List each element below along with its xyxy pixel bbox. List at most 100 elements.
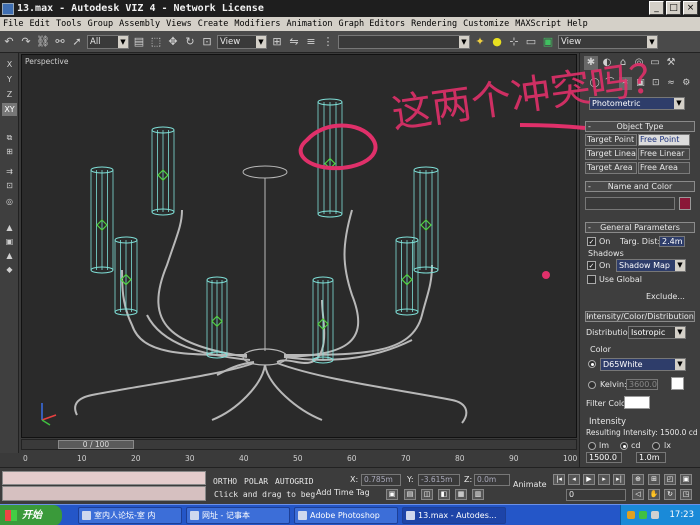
filter-color-swatch[interactable] (624, 396, 650, 409)
name-and-color-rollout[interactable]: - Name and Color (585, 181, 695, 192)
align-icon[interactable]: ≡ (304, 35, 318, 49)
close-icon[interactable]: × (683, 1, 698, 15)
menu-help[interactable]: Help (564, 19, 590, 29)
snap-icon[interactable]: ✦ (473, 35, 487, 49)
kelvin-field[interactable]: 3600.0 (626, 379, 658, 390)
light-icon[interactable]: ● (490, 35, 504, 49)
menu-views[interactable]: Views (163, 19, 195, 29)
modify-tab-icon[interactable]: ◐ (600, 56, 614, 70)
array-icon[interactable]: ⋮ (321, 35, 335, 49)
kelvin-radio[interactable] (588, 381, 596, 389)
track-bar[interactable]: 0 10 20 30 40 50 60 70 80 90 100 (21, 451, 577, 467)
go-to-end-icon[interactable]: ▸| (613, 474, 625, 485)
current-frame-field[interactable]: 0 (566, 489, 626, 501)
zoom-extents-all-icon[interactable]: ▣ (680, 474, 692, 485)
pivot-icon[interactable]: ⊞ (270, 35, 284, 49)
sphere-icon[interactable]: ◎ (2, 195, 17, 208)
helpers-icon[interactable]: ⊡ (649, 77, 662, 90)
lock-selection-icon[interactable]: ▣ (386, 489, 398, 500)
distribution-dropdown[interactable]: Isotropic ▼ (628, 326, 686, 339)
kelvin-color-swatch[interactable] (671, 377, 684, 390)
color-preset-dropdown[interactable]: D65White ▼ (600, 358, 686, 371)
unit-lx-radio[interactable] (652, 442, 660, 450)
object-name-field[interactable] (585, 197, 675, 210)
zoom-all-icon[interactable]: ⊞ (648, 474, 660, 485)
intensity-color-distribution-rollout[interactable]: - Intensity/Color/Distribution (585, 311, 695, 322)
render-icon[interactable]: ▣ (541, 35, 555, 49)
axis-xy-button[interactable]: XY (2, 103, 17, 116)
ortho-toggle[interactable]: ORTHO (213, 477, 237, 486)
menu-graph-editors[interactable]: Graph Editors (336, 19, 409, 29)
object-color-swatch[interactable] (679, 197, 691, 210)
zoom-icon[interactable]: ⊕ (632, 474, 644, 485)
tray-icon-3[interactable] (651, 511, 659, 519)
arc-rotate-icon[interactable]: ↻ (664, 489, 676, 500)
taskbar-item-notepad[interactable]: 网址 - 记事本 (186, 507, 290, 524)
target-distance-field[interactable]: 2.4m (659, 236, 685, 247)
menu-modifiers[interactable]: Modifiers (231, 19, 283, 29)
maxscript-result-field[interactable] (2, 486, 206, 501)
add-time-tag-button[interactable]: Add Time Tag (316, 488, 370, 497)
next-frame-icon[interactable]: ▸ (598, 474, 610, 485)
geometry-icon[interactable]: ◯ (588, 77, 601, 90)
polar-toggle[interactable]: POLAR (244, 477, 268, 486)
axis-z-button[interactable]: Z (2, 88, 17, 101)
previous-frame-icon[interactable]: ◂ (568, 474, 580, 485)
region-select-icon[interactable]: ⬚ (149, 35, 163, 49)
array-grid-icon[interactable]: ⊞ (2, 145, 17, 158)
layer-icon[interactable]: ⧉ (2, 131, 17, 144)
maximize-viewport-icon[interactable]: ◳ (680, 489, 692, 500)
zoom-extents-icon[interactable]: ◰ (664, 474, 676, 485)
scale-icon[interactable]: ⊡ (200, 35, 214, 49)
intensity-value-field[interactable]: 1500.0 (586, 452, 622, 463)
play-icon[interactable]: ▶ (583, 474, 595, 485)
selection-filter-dropdown[interactable]: All ▼ (87, 34, 129, 49)
minimize-icon[interactable]: _ (649, 1, 664, 15)
view-dropdown[interactable]: View ▼ (558, 34, 658, 49)
axis-x-button[interactable]: X (2, 58, 17, 71)
exclude-button[interactable]: Exclude... (646, 292, 685, 301)
shadows-on-checkbox[interactable]: ✓ (587, 261, 596, 270)
menu-maxscript[interactable]: MAXScript (512, 19, 564, 29)
rotate-icon[interactable]: ↻ (183, 35, 197, 49)
systems-icon[interactable]: ⚙ (680, 77, 693, 90)
light-on-checkbox[interactable]: ✓ (587, 237, 596, 246)
unlink-icon[interactable]: ⚯ (53, 35, 67, 49)
target-linear-button[interactable]: Target Linear (585, 148, 637, 160)
taskbar-item-photoshop[interactable]: Adobe Photoshop (294, 507, 398, 524)
object-type-rollout[interactable]: - Object Type (585, 121, 695, 132)
shapes-icon[interactable]: ⌒ (603, 77, 616, 90)
menu-assembly[interactable]: Assembly (116, 19, 163, 29)
lights-icon[interactable]: ✶ (618, 77, 632, 90)
unit-lm-radio[interactable] (588, 442, 596, 450)
shadow-type-dropdown[interactable]: Shadow Map ▼ (616, 259, 686, 272)
space-warps-icon[interactable]: ≈ (664, 77, 677, 90)
percent-snap-icon[interactable]: ▦ (455, 489, 467, 500)
motion-tab-icon[interactable]: ◎ (632, 56, 646, 70)
redo-icon[interactable]: ↷ (19, 35, 33, 49)
perspective-viewport[interactable]: Perspective (21, 54, 577, 438)
degradation-icon[interactable]: ▤ (404, 489, 416, 500)
create-tab-icon[interactable]: ✱ (584, 56, 598, 70)
menu-create[interactable]: Create (195, 19, 232, 29)
maxscript-listener-field[interactable] (2, 471, 206, 485)
free-linear-button[interactable]: Free Linear (638, 148, 690, 160)
tool-3-icon[interactable]: ▲ (2, 249, 17, 262)
mirror-icon[interactable]: ⇋ (287, 35, 301, 49)
pan-icon[interactable]: ✋ (648, 489, 660, 500)
z-coord-field[interactable]: 0.0m (474, 474, 510, 486)
angle-snap-icon[interactable]: ◧ (438, 489, 450, 500)
animate-button[interactable]: Animate (513, 480, 547, 489)
free-area-button[interactable]: Free Area (638, 162, 690, 174)
menu-group[interactable]: Group (85, 19, 117, 29)
tool-1-icon[interactable]: ▲ (2, 221, 17, 234)
spacing-icon[interactable]: ⇉ (2, 165, 17, 178)
camera-icon[interactable]: ▭ (524, 35, 538, 49)
display-tab-icon[interactable]: ▭ (648, 56, 662, 70)
color-preset-radio[interactable] (588, 360, 596, 368)
helper-icon[interactable]: ⊹ (507, 35, 521, 49)
unit-cd-radio[interactable] (620, 442, 628, 450)
utilities-tab-icon[interactable]: ⚒ (664, 56, 678, 70)
maximize-icon[interactable]: □ (666, 1, 681, 15)
free-point-button[interactable]: Free Point (638, 134, 690, 146)
